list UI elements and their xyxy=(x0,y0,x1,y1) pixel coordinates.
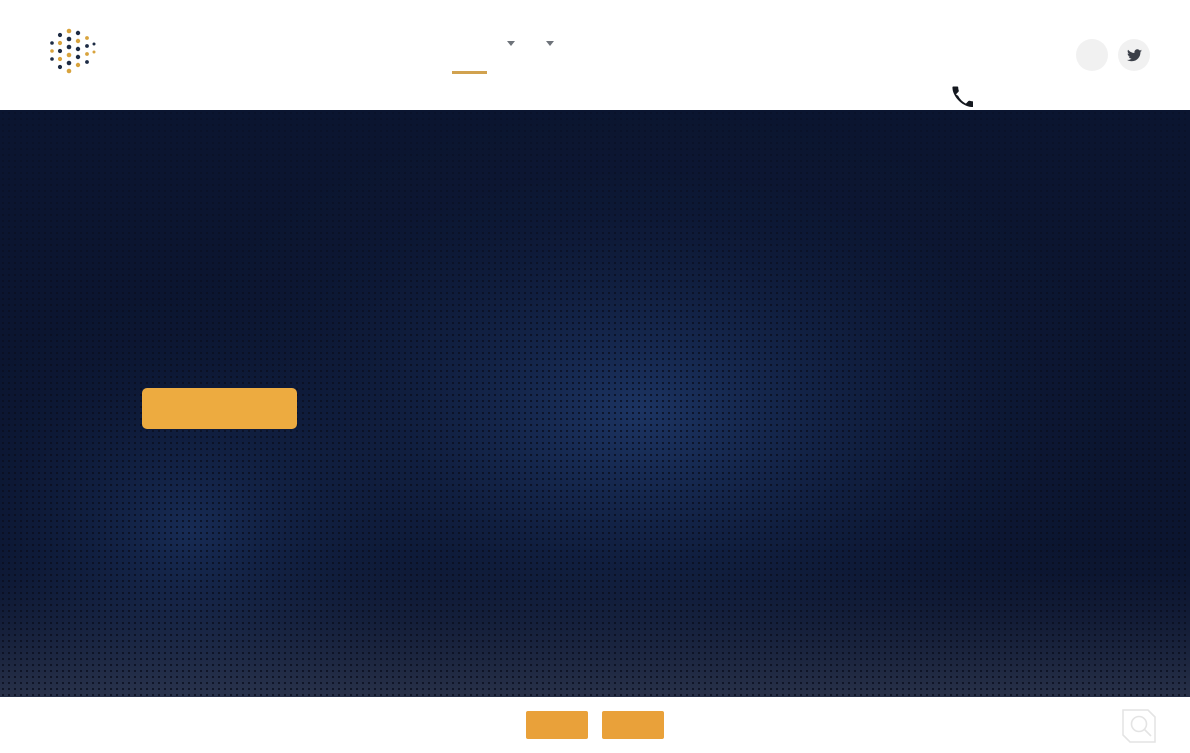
find-out-more-button[interactable] xyxy=(142,388,297,429)
logo-dot-matrix-icon xyxy=(50,28,96,74)
chevron-down-icon xyxy=(546,41,554,46)
social-links xyxy=(1076,39,1150,71)
cookie-reject-button[interactable] xyxy=(602,711,664,739)
twitter-bird-glyph xyxy=(1126,48,1142,61)
site-logo[interactable] xyxy=(40,25,98,77)
hero-content xyxy=(142,328,702,434)
page-root xyxy=(0,0,1190,753)
nav-item-industries[interactable] xyxy=(527,37,566,50)
phone-contact[interactable] xyxy=(952,86,984,107)
twitter-icon[interactable] xyxy=(1118,39,1150,71)
nav-item-services[interactable] xyxy=(488,37,527,50)
cookie-consent-banner xyxy=(0,697,1190,753)
nav-item-home[interactable] xyxy=(440,40,487,74)
chevron-down-icon xyxy=(507,41,515,46)
nav-item-whitepapers[interactable] xyxy=(566,40,590,48)
cookie-accept-button[interactable] xyxy=(526,711,588,739)
linkedin-icon[interactable] xyxy=(1076,39,1108,71)
phone-icon xyxy=(952,86,973,107)
site-header xyxy=(0,0,1190,110)
nav-active-underline xyxy=(452,70,487,74)
hero-carousel xyxy=(0,110,1190,697)
main-navigation xyxy=(440,37,614,74)
nav-item-contact-us[interactable] xyxy=(590,40,614,48)
nav-item-about-us[interactable] xyxy=(464,40,488,48)
